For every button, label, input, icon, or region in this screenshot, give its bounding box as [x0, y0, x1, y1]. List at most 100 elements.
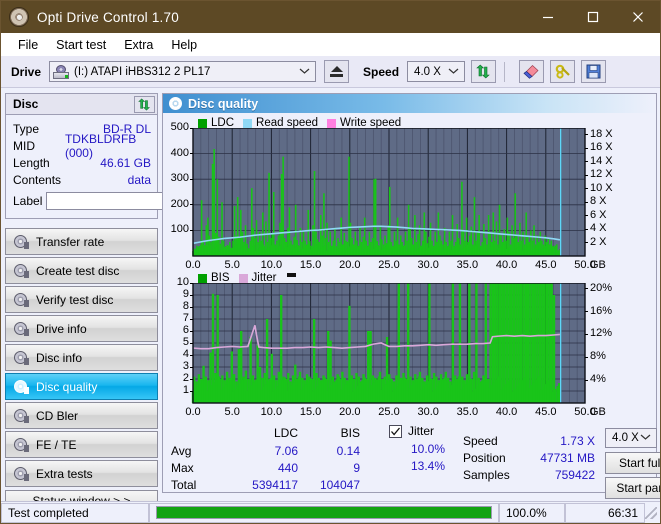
x-tick: 20.0: [339, 406, 361, 418]
x-tick: 5.0: [224, 259, 240, 271]
x-tick: 30.0: [417, 259, 439, 271]
drive-select-value: (I:) ATAPI iHBS312 2 PL17: [74, 65, 211, 78]
progress-percent-text: 100.0%: [506, 505, 547, 520]
disc-refresh-button[interactable]: [134, 95, 155, 113]
menu-file[interactable]: File: [9, 36, 47, 54]
x-tick: 35.0: [456, 406, 479, 418]
jitter-label: Jitter: [408, 424, 435, 438]
status-message: Test completed: [1, 502, 149, 523]
chevron-down-icon: [299, 66, 310, 78]
total-ldc: 5394117: [252, 478, 298, 492]
max-bis: 9: [353, 461, 360, 475]
tools-button[interactable]: [550, 60, 576, 83]
x-tick: 30.0: [417, 406, 439, 418]
col-header-ldc: LDC: [273, 426, 298, 440]
start-full-label: Start full: [618, 456, 661, 470]
toolbar-separator: [504, 61, 506, 82]
save-button[interactable]: [581, 60, 607, 83]
disc-value-length: 46.61 GB: [100, 155, 151, 170]
legend-swatch-read-speed: [243, 118, 253, 128]
sidebar-item-extra-tests[interactable]: Extra tests: [5, 460, 158, 487]
position-value: 47731 MB: [540, 451, 595, 465]
toolbar: Drive (I:) ATAPI iHBS312 2 PL17 Speed 4.…: [1, 56, 660, 88]
jitter-checkbox[interactable]: [389, 424, 402, 438]
sidebar-item-create-test-disc[interactable]: Create test disc: [5, 257, 158, 284]
refresh-button[interactable]: [471, 60, 497, 83]
start-part-label: Start part: [616, 481, 661, 495]
sidebar-item-disc-info[interactable]: Disc info: [5, 344, 158, 371]
x-tick: 25.0: [378, 406, 400, 418]
progress-cell: [149, 502, 499, 523]
maximize-icon[interactable]: [570, 1, 615, 33]
run-info: Speed 1.73 X Position 47731 MB Samples 7…: [463, 434, 595, 482]
drive-select[interactable]: (I:) ATAPI iHBS312 2 PL17: [49, 61, 317, 82]
speed-select[interactable]: 4.0 X: [407, 61, 466, 82]
disc-row-contents: Contents data: [13, 171, 151, 188]
menu-extra[interactable]: Extra: [115, 36, 162, 54]
sidebar-label: Disc info: [36, 350, 83, 365]
sidebar-label: Create test disc: [36, 263, 120, 278]
disc-icon: [13, 437, 29, 452]
test-speed-select[interactable]: 4.0 X: [605, 428, 657, 448]
row-label-max: Max: [171, 461, 194, 475]
x-tick: 15.0: [299, 259, 322, 271]
eject-button[interactable]: [324, 60, 350, 83]
scale-marker-icon: [287, 273, 297, 277]
legend-swatch-ldc: [198, 118, 207, 128]
menubar: File Start test Extra Help: [1, 33, 660, 56]
minimize-icon[interactable]: [525, 1, 570, 33]
sidebar-item-cd-bler[interactable]: CD Bler: [5, 402, 158, 429]
page-title: Disc quality: [188, 96, 259, 111]
floppy-save-icon: [586, 64, 601, 79]
avg-jitter: 10.0%: [410, 442, 445, 456]
menu-help[interactable]: Help: [162, 36, 206, 54]
start-full-button[interactable]: Start full: [605, 452, 661, 474]
x-tick: 45.0: [535, 259, 557, 271]
ldc-chart: [163, 128, 660, 258]
resize-grip[interactable]: [645, 506, 657, 519]
legend-swatch-write-speed: [327, 118, 337, 128]
sidebar-item-drive-info[interactable]: Drive info: [5, 315, 158, 342]
x-axis-label: GB: [590, 259, 606, 271]
x-tick: 25.0: [378, 259, 400, 271]
sidebar-item-verify-test-disc[interactable]: Verify test disc: [5, 286, 158, 313]
disc-icon: [13, 350, 29, 365]
close-icon[interactable]: [615, 1, 660, 33]
sidebar-label: FE / TE: [36, 437, 77, 452]
disc-quality-icon: [169, 97, 182, 110]
progress-percent: 100.0%: [499, 502, 565, 523]
sidebar-label: Transfer rate: [36, 234, 105, 249]
app-window: Opti Drive Control 1.70 File Start test …: [0, 0, 661, 524]
sidebar-item-disc-quality[interactable]: Disc quality: [5, 373, 158, 400]
window-title: Opti Drive Control 1.70: [37, 9, 179, 25]
test-speed-value: 4.0 X: [612, 432, 639, 444]
speed-select-value: 4.0 X: [414, 65, 441, 78]
sidebar-label: Disc quality: [36, 379, 98, 394]
max-ldc: 440: [277, 461, 298, 475]
disc-row-mid: MID TDKBLDRFB (000): [13, 132, 151, 160]
chevron-down-icon: [448, 66, 459, 78]
x-tick: 50.0: [574, 259, 596, 271]
disc-key-contents: Contents: [13, 172, 62, 187]
disc-icon: [13, 234, 29, 249]
erase-button[interactable]: [519, 60, 545, 83]
menu-start-test[interactable]: Start test: [47, 36, 115, 54]
left-panel: Disc Type BD-R DL MID TDKBLDRFB (000) Le…: [5, 93, 249, 512]
progress-bar: [156, 506, 492, 519]
panel-header: Disc quality: [163, 94, 656, 113]
disc-icon: [13, 263, 29, 278]
samples-value: 759422: [554, 468, 595, 482]
sidebar-item-transfer-rate[interactable]: Transfer rate: [5, 228, 158, 255]
jitter-column: Jitter 10.0% 13.4%: [389, 424, 445, 473]
x-tick: 15.0: [299, 406, 322, 418]
statusbar: Test completed 100.0% 66:31: [1, 501, 660, 523]
x-tick: 10.0: [260, 259, 283, 271]
x-tick: 40.0: [495, 259, 518, 271]
samples-label: Samples: [463, 468, 510, 482]
sidebar-label: CD Bler: [36, 408, 79, 423]
titlebar: Opti Drive Control 1.70: [1, 1, 660, 33]
sidebar-item-fe-te[interactable]: FE / TE: [5, 431, 158, 458]
start-part-button[interactable]: Start part: [605, 477, 661, 499]
x-tick: 45.0: [535, 406, 557, 418]
speed-info-value: 1.73 X: [560, 434, 595, 448]
